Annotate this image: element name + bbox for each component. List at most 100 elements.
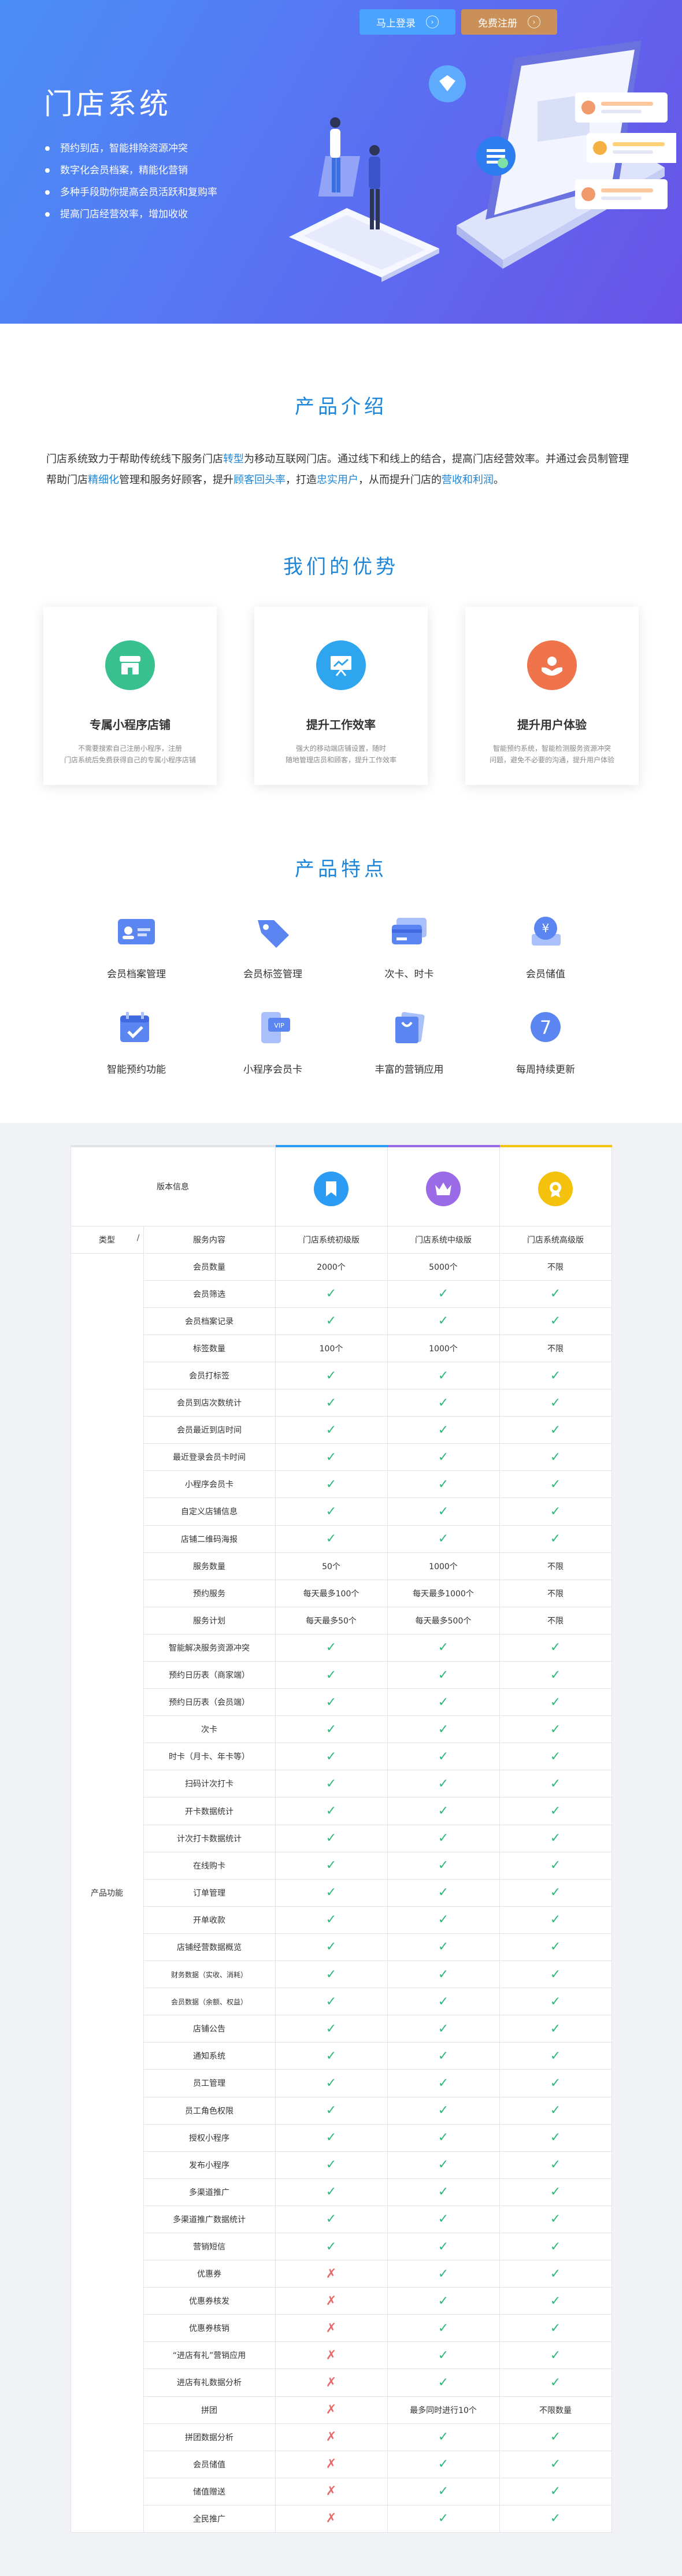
value-cell: 1000个: [387, 1334, 500, 1362]
check-icon: ✓: [387, 2504, 500, 2533]
cross-icon: ✗: [275, 2314, 388, 2343]
feature-item: 会员档案管理: [68, 908, 205, 980]
check-icon: ✓: [387, 1743, 500, 1771]
table-row: 店铺二维码海报 ✓ ✓ ✓: [71, 1525, 612, 1553]
check-icon: ✓: [387, 2341, 500, 2370]
feature-name-cell: 最近登录会员卡时间: [143, 1443, 276, 1472]
feature-item: VIP 小程序会员卡: [205, 1003, 341, 1076]
feature-name-cell: 营销短信: [143, 2232, 276, 2261]
value-cell: 不限: [499, 1606, 612, 1634]
check-icon: ✓: [387, 1280, 500, 1308]
feature-name-cell: 通知系统: [143, 2042, 276, 2070]
check-icon: ✓: [275, 1443, 388, 1472]
table-row: 标签数量 100个 1000个 不限: [71, 1334, 612, 1362]
feature-name-cell: 会员数量: [143, 1252, 276, 1281]
feature-name-cell: 智能解决服务资源冲突: [143, 1633, 276, 1662]
feature-item: ¥ 会员储值: [477, 908, 614, 980]
feature-item: 7 每周持续更新: [477, 1003, 614, 1076]
table-row: 员工管理 ✓ ✓ ✓: [71, 2069, 612, 2097]
advantage-title: 提升工作效率: [306, 718, 376, 732]
calendar-icon: [113, 1003, 160, 1051]
feature-item: 会员标签管理: [205, 908, 341, 980]
value-cell: 5000个: [387, 1252, 500, 1281]
advantage-card: 专属小程序店铺 不需要搜索自己注册小程序，注册 门店系统后免费获得自己的专属小程序…: [43, 607, 217, 785]
feature-name-cell: 优惠券核发: [143, 2287, 276, 2315]
check-icon: ✓: [387, 1715, 500, 1744]
check-icon: ✓: [387, 2232, 500, 2261]
check-icon: ✓: [499, 1688, 612, 1717]
check-icon: ✓: [275, 1715, 388, 1744]
hero-bullet: 提高门店经营效率，增加收收: [45, 203, 217, 225]
feature-name-cell: “进店有礼”营销应用: [143, 2341, 276, 2370]
value-cell: 50个: [275, 1552, 388, 1580]
check-icon: ✓: [499, 1633, 612, 1662]
tier-basic-header: [275, 1145, 388, 1226]
check-icon: ✓: [275, 1307, 388, 1335]
check-icon: ✓: [275, 2232, 388, 2261]
check-icon: ✓: [387, 2260, 500, 2288]
check-icon: ✓: [387, 1770, 500, 1798]
bookmark-icon: [314, 1171, 349, 1206]
feature-name-cell: 次卡: [143, 1715, 276, 1744]
check-icon: ✓: [275, 2178, 388, 2206]
check-icon: ✓: [387, 2287, 500, 2315]
category-cell: 产品功能: [70, 1252, 144, 2533]
check-icon: ✓: [499, 2423, 612, 2451]
table-row: 店铺经营数据概览 ✓ ✓ ✓: [71, 1933, 612, 1962]
value-cell: 2000个: [275, 1252, 388, 1281]
hero-bullet: 多种手段助你提高会员活跃和复购率: [45, 181, 217, 203]
feature-name-cell: 拼团: [143, 2396, 276, 2424]
check-icon: ✓: [499, 1770, 612, 1798]
cross-icon: ✗: [275, 2341, 388, 2370]
feature-name-cell: 服务计划: [143, 1606, 276, 1634]
table-row: 计次打卡数据统计 ✓ ✓ ✓: [71, 1824, 612, 1852]
register-button[interactable]: 免费注册 ›: [461, 9, 557, 35]
check-icon: ✓: [499, 2151, 612, 2179]
table-row: 多渠道推广 ✓ ✓ ✓: [71, 2178, 612, 2206]
feature-name-cell: 小程序会员卡: [143, 1470, 276, 1499]
features-title: 产品特点: [295, 858, 387, 881]
table-row: 扫码计次打卡 ✓ ✓ ✓: [71, 1770, 612, 1798]
check-icon: ✓: [387, 1988, 500, 2016]
feature-name-cell: 会员数据（余额、权益）: [143, 1988, 276, 2016]
table-row: “进店有礼”营销应用 ✗ ✓ ✓: [71, 2341, 612, 2370]
table-row: 员工角色权限 ✓ ✓ ✓: [71, 2096, 612, 2125]
feature-name-cell: 时卡（月卡、年卡等）: [143, 1743, 276, 1771]
feature-name-cell: 服务数量: [143, 1552, 276, 1580]
check-icon: ✓: [387, 1389, 500, 1417]
table-row: 小程序会员卡 ✓ ✓ ✓: [71, 1470, 612, 1499]
floating-card-3: [575, 179, 668, 209]
check-icon: ✓: [387, 2205, 500, 2233]
cross-icon: ✗: [275, 2396, 388, 2424]
cross-icon: ✗: [275, 2423, 388, 2451]
table-row: 通知系统 ✓ ✓ ✓: [71, 2042, 612, 2070]
value-cell: 每天最多50个: [275, 1606, 388, 1634]
check-icon: ✓: [499, 1416, 612, 1444]
feature-item: 智能预约功能: [68, 1003, 205, 1076]
login-button[interactable]: 马上登录 ›: [359, 9, 455, 35]
check-icon: ✓: [387, 2069, 500, 2097]
feature-name-cell: 储值赠送: [143, 2477, 276, 2505]
advantage-desc: 智能预约系统，智能检测服务资源冲突 问题，避免不必要的沟通，提升用户体验: [489, 744, 614, 764]
intro-text: 门店系统致力于帮助传统线下服务门店转型为移动互联网门店。通过线下和线上的结合，提…: [46, 453, 629, 486]
table-row: 优惠券 ✗ ✓ ✓: [71, 2260, 612, 2288]
tag-icon: [249, 908, 296, 955]
check-icon: ✓: [499, 1470, 612, 1499]
check-icon: ✓: [499, 2260, 612, 2288]
check-icon: ✓: [275, 1660, 388, 1689]
table-row: 优惠券核销 ✗ ✓ ✓: [71, 2314, 612, 2343]
check-icon: ✓: [275, 2042, 388, 2070]
feature-name-cell: 财务数据（实收、消耗）: [143, 1960, 276, 1989]
check-icon: ✓: [387, 1797, 500, 1825]
check-icon: ✓: [275, 1824, 388, 1852]
svg-text:¥: ¥: [542, 921, 550, 935]
feature-name-cell: 店铺公告: [143, 2015, 276, 2043]
check-icon: ✓: [499, 1988, 612, 2016]
check-icon: ✓: [499, 1307, 612, 1335]
feature-name-cell: 优惠券核销: [143, 2314, 276, 2343]
check-icon: ✓: [387, 1851, 500, 1880]
cross-icon: ✗: [275, 2450, 388, 2478]
table-row: 订单管理 ✓ ✓ ✓: [71, 1878, 612, 1907]
feature-name-cell: 扫码计次打卡: [143, 1770, 276, 1798]
check-icon: ✓: [387, 2151, 500, 2179]
